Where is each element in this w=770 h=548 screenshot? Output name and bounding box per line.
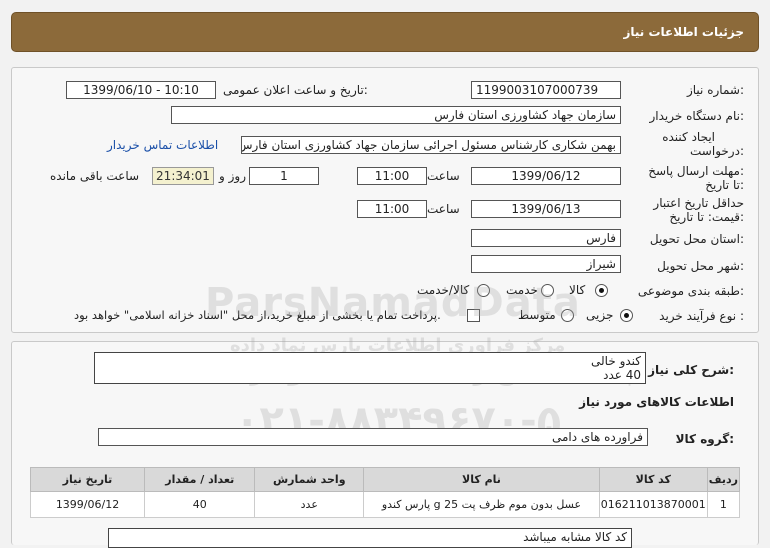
goods-group-field[interactable]: فراورده های دامی [98, 428, 648, 446]
category-radio-service[interactable] [541, 284, 554, 297]
deadline-time-field[interactable]: 11:00 [357, 167, 427, 185]
buyer-contact-link[interactable]: اطلاعات تماس خریدار [107, 138, 218, 152]
category-label: طبقه بندی موضوعی: [637, 284, 744, 298]
deadline-time-label: ساعت [427, 169, 460, 183]
category-radio-goods-service[interactable] [477, 284, 490, 297]
remaining-time-label: ساعت باقی مانده [50, 169, 140, 183]
validity-label-line2: قیمت: تا تاریخ: [669, 210, 744, 224]
days-remaining-field[interactable]: 1 [249, 167, 319, 185]
table-row[interactable]: 1 016211013870001 عسل بدون موم ظرف پت 25… [29, 491, 741, 518]
category-option-goods: کالا [569, 283, 586, 297]
process-option-medium: متوسط [518, 308, 556, 322]
summary-label: شرح کلی نیاز: [648, 363, 734, 377]
cell-need-date: 1399/06/12 [29, 491, 146, 518]
summary-textarea[interactable]: کندو خالی 40 عدد [94, 352, 646, 384]
process-radio-medium[interactable] [561, 309, 574, 322]
deadline-label-line1: مهلت ارسال پاسخ: [648, 164, 744, 178]
need-number-label: شماره نیاز: [686, 83, 744, 97]
validity-time-label: ساعت [427, 202, 460, 216]
city-label: شهر محل تحویل: [657, 259, 744, 273]
category-radio-goods[interactable] [595, 284, 608, 297]
creator-field[interactable]: بهمن شکاری کارشناس مسئول اجرائی سازمان ج… [241, 136, 621, 154]
cell-goods-name: عسل بدون موم ظرف پت 25 g پارس کندو [363, 491, 600, 518]
col-quantity: تعداد / مقدار [144, 467, 256, 492]
buyer-org-field[interactable]: سازمان جهاد کشاورزی استان فارس [171, 106, 621, 124]
announce-datetime-field[interactable]: 1399/06/10 - 10:10 [66, 81, 216, 99]
announce-datetime-label: تاریخ و ساعت اعلان عمومی: [223, 83, 368, 97]
col-row-number: ردیف [706, 467, 741, 492]
province-label: استان محل تحویل: [649, 232, 744, 246]
col-goods-name: نام کالا [363, 467, 600, 492]
buyer-org-label: نام دستگاه خریدار: [649, 109, 745, 123]
col-goods-code: کد کالا [598, 467, 708, 492]
goods-group-label: گروه کالا: [675, 432, 734, 446]
goods-table-header: ردیف کد کالا نام کالا واحد شمارش تعداد /… [29, 467, 741, 492]
validity-date-field[interactable]: 1399/06/13 [471, 200, 621, 218]
category-option-goods-service: کالا/خدمت [417, 283, 470, 297]
remaining-time-display: 21:34:01 [152, 167, 214, 185]
col-unit: واحد شمارش [254, 467, 365, 492]
summary-line-1: کندو خالی [591, 354, 641, 368]
cell-unit: عدد [254, 491, 365, 518]
category-option-service: خدمت [506, 283, 538, 297]
process-option-minor: جزیی [586, 308, 614, 322]
cell-row-number: 1 [706, 491, 741, 518]
need-number-field[interactable]: 1199003107000739 [471, 81, 621, 99]
col-need-date: تاریخ نیاز [29, 467, 146, 492]
cell-goods-code: 016211013870001 [598, 491, 708, 518]
page-title: جزئیات اطلاعات نیاز [623, 25, 744, 39]
page-header: جزئیات اطلاعات نیاز [11, 12, 759, 52]
deadline-label-line2: تا تاریخ: [705, 178, 744, 192]
creator-label-line1: ایجاد کننده [662, 130, 715, 144]
goods-info-title: اطلاعات کالاهای مورد نیاز [579, 395, 734, 409]
process-radio-minor[interactable] [620, 309, 633, 322]
treasury-payment-checkbox[interactable] [467, 309, 480, 322]
treasury-payment-note: پرداخت تمام یا بخشی از مبلغ خرید،از محل … [74, 308, 441, 322]
goods-note-text: کد کالا مشابه میباشد [523, 530, 627, 544]
goods-note-textarea[interactable]: کد کالا مشابه میباشد [108, 528, 632, 548]
process-type-label: نوع فرآیند خرید : [659, 309, 744, 323]
cell-quantity: 40 [144, 491, 256, 518]
province-field[interactable]: فارس [471, 229, 621, 247]
validity-time-field[interactable]: 11:00 [357, 200, 427, 218]
creator-label-line2: درخواست: [690, 144, 744, 158]
city-field[interactable]: شیراز [471, 255, 621, 273]
summary-line-2: 40 عدد [603, 368, 641, 382]
days-label: روز و [219, 169, 246, 183]
validity-label-line1: حداقل تاریخ اعتبار [653, 196, 744, 210]
deadline-date-field[interactable]: 1399/06/12 [471, 167, 621, 185]
goods-table: ردیف کد کالا نام کالا واحد شمارش تعداد /… [29, 467, 741, 518]
